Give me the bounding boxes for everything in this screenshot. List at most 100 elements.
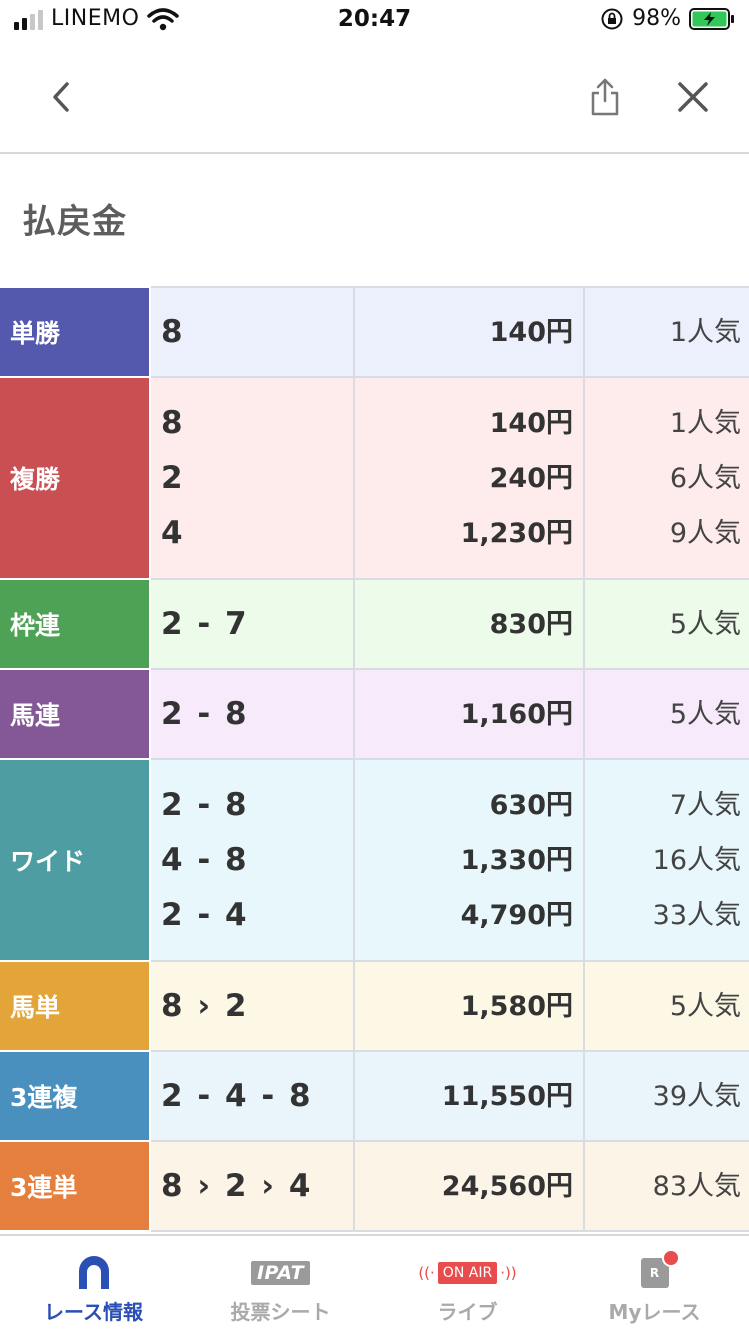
popularity-rank: 83人気 — [652, 1170, 741, 1202]
popularity-rank: 5人気 — [669, 990, 741, 1022]
close-icon — [678, 82, 708, 112]
combination-cell: 2 - 7 — [149, 578, 355, 670]
popularity-rank: 33人気 — [652, 899, 741, 931]
combination: 4 — [161, 514, 185, 551]
combination-cell: 2 - 8 — [149, 668, 355, 760]
popularity-rank: 1人気 — [669, 407, 741, 439]
combination: 2 - 7 — [161, 605, 249, 642]
payout-amount-cell: 11,550円 — [353, 1050, 585, 1142]
close-button[interactable] — [668, 72, 718, 122]
my-race-icon: R — [640, 1249, 680, 1288]
payout-amount-cell: 630円 1,330円 4,790円 — [353, 758, 585, 962]
payout-amount: 140円 — [489, 407, 573, 439]
share-icon — [591, 78, 619, 116]
bet-type-label: ワイド — [0, 758, 151, 962]
payout-amount: 830円 — [489, 608, 573, 640]
payout-amount: 1,230円 — [460, 517, 573, 549]
combination: 2 - 4 - 8 — [161, 1077, 313, 1114]
navigation-bar — [0, 42, 749, 154]
popularity-rank-cell: 5人気 — [583, 960, 749, 1052]
on-air-icon: ((· ON AIR ·)) — [418, 1262, 517, 1284]
payout-row: 枠連 2 - 7 830円 5人気 — [0, 578, 749, 670]
payout-amount: 1,160円 — [460, 698, 573, 730]
combination-cell: 2 - 4 - 8 — [149, 1050, 355, 1142]
bet-type-label: 単勝 — [0, 286, 151, 378]
payout-row: 3連複 2 - 4 - 8 11,550円 39人気 — [0, 1050, 749, 1142]
popularity-rank: 39人気 — [652, 1080, 741, 1112]
bet-type-label: 複勝 — [0, 376, 151, 580]
chevron-left-icon — [53, 82, 69, 112]
horseshoe-icon — [78, 1256, 109, 1289]
orientation-lock-icon — [601, 8, 623, 29]
popularity-rank: 5人気 — [669, 698, 741, 730]
popularity-rank-cell: 5人気 — [583, 578, 749, 670]
on-air-badge: ON AIR — [437, 1262, 498, 1284]
combination: 2 - 8 — [161, 786, 249, 823]
battery-percent: 98% — [632, 6, 681, 31]
popularity-rank-cell: 83人気 — [583, 1140, 749, 1232]
check-badge-icon — [661, 1249, 680, 1267]
tab-label: ライブ — [437, 1300, 498, 1324]
payout-row: 馬連 2 - 8 1,160円 5人気 — [0, 668, 749, 760]
payout-amount-cell: 1,580円 — [353, 960, 585, 1052]
combination: 2 — [161, 459, 185, 496]
tab-voting-sheet[interactable]: IPAT 投票シート — [187, 1236, 374, 1334]
combination: 8 — [161, 313, 185, 350]
popularity-rank-cell: 1人気 — [583, 286, 749, 378]
payout-row: 馬単 8 › 2 1,580円 5人気 — [0, 960, 749, 1052]
payout-row: ワイド 2 - 8 4 - 8 2 - 4 630円 1,330円 4,790円 7人気 16人… — [0, 758, 749, 962]
payout-row: 3連単 8 › 2 › 4 24,560円 83人気 — [0, 1140, 749, 1232]
combination-cell: 8 — [149, 286, 355, 378]
popularity-rank-cell: 1人気 6人気 9人気 — [583, 376, 749, 580]
battery-charging-icon — [689, 7, 734, 30]
bet-type-label: 3連単 — [0, 1140, 151, 1232]
my-race-badge: R — [649, 1266, 660, 1280]
payout-amount: 11,550円 — [441, 1080, 573, 1112]
tab-race-info[interactable]: レース情報 — [0, 1236, 187, 1334]
payout-table: 単勝 8 140円 1人気 複勝 8 2 4 140円 240円 1,230円 1人気 6人気 9人気 枠連… — [0, 286, 749, 1232]
popularity-rank: 16人気 — [652, 844, 741, 876]
bet-type-label: 枠連 — [0, 578, 151, 670]
payout-row: 複勝 8 2 4 140円 240円 1,230円 1人気 6人気 9人気 — [0, 376, 749, 580]
payout-amount-cell: 140円 — [353, 286, 585, 378]
combination: 8 › 2 — [161, 987, 249, 1024]
payout-amount-cell: 830円 — [353, 578, 585, 670]
payout-amount: 240円 — [489, 462, 573, 494]
popularity-rank: 1人気 — [669, 316, 741, 348]
payout-amount-cell: 140円 240円 1,230円 — [353, 376, 585, 580]
popularity-rank: 7人気 — [669, 789, 741, 821]
payout-amount: 4,790円 — [460, 899, 573, 931]
combination-cell: 8 2 4 — [149, 376, 355, 580]
payout-amount: 140円 — [489, 316, 573, 348]
payout-amount: 630円 — [489, 789, 573, 821]
combination: 8 — [161, 404, 185, 441]
bet-type-label: 馬単 — [0, 960, 151, 1052]
payout-amount: 1,330円 — [460, 844, 573, 876]
payout-amount-cell: 1,160円 — [353, 668, 585, 760]
popularity-rank: 5人気 — [669, 608, 741, 640]
tab-label: Myレース — [608, 1300, 701, 1324]
payout-row: 単勝 8 140円 1人気 — [0, 286, 749, 378]
share-button[interactable] — [580, 72, 630, 122]
tab-live[interactable]: ((· ON AIR ·)) ライブ — [374, 1236, 561, 1334]
status-bar: LINEMO 20:47 98% — [0, 0, 749, 42]
combination: 2 - 8 — [161, 695, 249, 732]
back-button[interactable] — [36, 72, 86, 122]
tab-my-race[interactable]: R Myレース — [561, 1236, 748, 1334]
tab-label: レース情報 — [44, 1300, 143, 1324]
payout-amount-cell: 24,560円 — [353, 1140, 585, 1232]
popularity-rank-cell: 39人気 — [583, 1050, 749, 1142]
tab-bar: レース情報 IPAT 投票シート ((· ON AIR ·)) ライブ R Myレー… — [0, 1234, 749, 1334]
popularity-rank: 9人気 — [669, 517, 741, 549]
combination: 4 - 8 — [161, 841, 249, 878]
tab-label: 投票シート — [230, 1300, 331, 1324]
payout-amount: 24,560円 — [441, 1170, 573, 1202]
page-title: 払戻金 — [22, 202, 127, 242]
combination: 2 - 4 — [161, 896, 249, 933]
bet-type-label: 馬連 — [0, 668, 151, 760]
combination: 8 › 2 › 4 — [161, 1167, 313, 1204]
popularity-rank: 6人気 — [669, 462, 741, 494]
combination-cell: 2 - 8 4 - 8 2 - 4 — [149, 758, 355, 962]
combination-cell: 8 › 2 › 4 — [149, 1140, 355, 1232]
popularity-rank-cell: 7人気 16人気 33人気 — [583, 758, 749, 962]
